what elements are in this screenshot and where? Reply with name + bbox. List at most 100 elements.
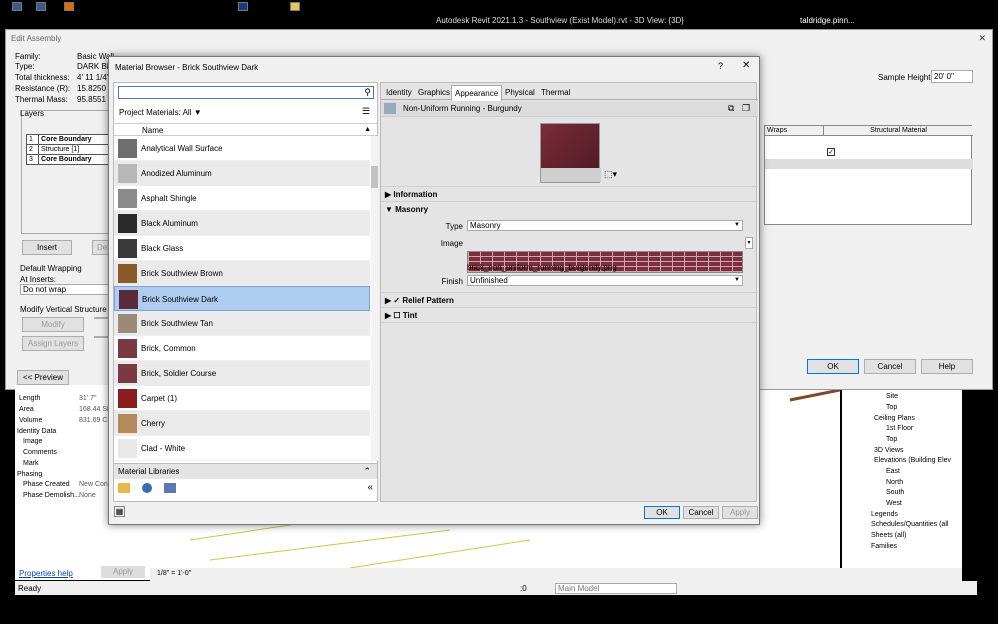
tree-item[interactable]: Site xyxy=(886,393,898,400)
list-item[interactable]: Carpet (1) xyxy=(114,386,370,411)
structural-checkbox[interactable]: ✓ xyxy=(827,148,835,156)
list-item[interactable]: Clad - White xyxy=(114,436,370,461)
tree-item[interactable]: South xyxy=(886,489,904,496)
section-information[interactable]: ▶ Information xyxy=(385,190,437,199)
close-icon[interactable]: ✕ xyxy=(742,60,750,71)
tree-item[interactable]: West xyxy=(886,500,902,507)
assign-layers-button[interactable]: Assign Layers xyxy=(22,336,84,351)
section-relief-pattern[interactable]: ▶ ✓ Relief Pattern xyxy=(385,296,454,305)
tree-item[interactable]: 1st Floor xyxy=(886,425,913,432)
table-row[interactable]: 1 Core Boundary xyxy=(25,134,114,145)
close-icon[interactable]: ✕ xyxy=(978,33,986,44)
tree-item[interactable]: Elevations (Building Elev xyxy=(874,457,951,464)
name-column-header[interactable]: Name xyxy=(142,126,163,135)
tree-item[interactable]: Schedules/Quantities (all xyxy=(871,521,948,528)
view-scale[interactable]: 1/8" = 1'-0" xyxy=(157,570,191,577)
table-row[interactable]: 3 Core Boundary xyxy=(25,154,114,165)
psd-icon[interactable] xyxy=(238,2,248,11)
cancel-button[interactable]: Cancel xyxy=(683,506,719,519)
duplicate-asset-icon[interactable]: ❐ xyxy=(742,103,750,114)
list-item[interactable]: Anodized Aluminum xyxy=(114,161,370,186)
image-filename[interactable]: brick_non_uniform_running_burgundy.png xyxy=(467,263,617,272)
search-icon[interactable]: ⚲ xyxy=(364,87,371,98)
tab-appearance[interactable]: Appearance xyxy=(451,85,503,101)
search-input[interactable]: ⚲ xyxy=(118,86,374,99)
list-item[interactable]: Black Aluminum xyxy=(114,211,370,236)
table-row[interactable]: 2 Structure [1] xyxy=(25,144,114,155)
list-item[interactable]: Asphalt Shingle xyxy=(114,186,370,211)
preview-options-icon[interactable]: ⬚▾ xyxy=(604,169,617,180)
insert-button[interactable]: Insert xyxy=(22,240,72,255)
list-item[interactable]: Cherry xyxy=(114,411,370,436)
finish-select[interactable]: Unfinished ▼ xyxy=(467,275,743,286)
apply-button[interactable]: Apply xyxy=(101,566,145,578)
preview-button[interactable]: << Preview xyxy=(17,370,69,385)
collapse-left-icon[interactable]: « xyxy=(367,482,373,493)
active-workset-select[interactable]: Main Model xyxy=(555,583,677,594)
project-materials-label: Project Materials: All xyxy=(119,108,192,117)
list-item[interactable]: Brick Southview Brown xyxy=(114,261,370,286)
section-masonry[interactable]: ▼ Masonry xyxy=(385,205,428,214)
replace-asset-icon[interactable]: ⧉ xyxy=(728,103,734,114)
prop-value[interactable]: New Con xyxy=(79,481,108,488)
at-inserts-select[interactable]: Do not wrap xyxy=(20,284,110,295)
prop-value[interactable]: 168.44 SF xyxy=(79,406,111,413)
help-icon[interactable]: ? xyxy=(718,61,723,71)
section-tint[interactable]: ▶ ☐ Tint xyxy=(385,311,417,320)
list-header[interactable]: Name ▲ xyxy=(114,123,377,136)
prop-value[interactable]: 831.69 CF xyxy=(79,417,112,424)
tree-item[interactable]: Ceiling Plans xyxy=(874,415,915,422)
open-icon[interactable] xyxy=(36,2,46,11)
library-folder-icon[interactable] xyxy=(118,483,130,493)
list-item[interactable]: Brick, Common xyxy=(114,336,370,361)
create-material-icon[interactable] xyxy=(142,483,152,493)
list-item[interactable]: Brick, Soldier Course xyxy=(114,361,370,386)
layer-name: Core Boundary xyxy=(38,134,114,145)
list-item[interactable]: Black Glass xyxy=(114,236,370,261)
prop-value[interactable]: None xyxy=(79,492,96,499)
prop-value[interactable]: 31' 7" xyxy=(79,395,96,402)
view-options-icon[interactable]: ☰ xyxy=(362,106,370,117)
revit-logo-icon[interactable] xyxy=(12,2,22,11)
sort-up-icon[interactable]: ▲ xyxy=(364,126,371,133)
group-phasing[interactable]: Phasing xyxy=(17,471,42,478)
list-scrollbar[interactable] xyxy=(371,136,378,461)
tree-item[interactable]: Sheets (all) xyxy=(871,532,906,539)
type-select[interactable]: Masonry ▼ xyxy=(467,220,743,231)
scroll-thumb[interactable] xyxy=(371,166,378,188)
tree-item[interactable]: East xyxy=(886,468,900,475)
cancel-button[interactable]: Cancel xyxy=(864,359,916,374)
help-button[interactable]: Help xyxy=(921,359,973,374)
project-materials-filter[interactable]: Project Materials: All ▼ xyxy=(119,108,202,117)
ok-button[interactable]: OK xyxy=(807,359,859,374)
properties-help-link[interactable]: Properties help xyxy=(19,569,73,578)
toggle-library-icon[interactable]: ▦ xyxy=(114,506,125,517)
modify-button[interactable]: Modify xyxy=(22,317,84,332)
ok-button[interactable]: OK xyxy=(644,506,680,519)
tree-item[interactable]: Top xyxy=(886,436,897,443)
tab-graphics[interactable]: Graphics xyxy=(415,87,453,100)
material-list[interactable]: Analytical Wall Surface Anodized Aluminum… xyxy=(114,136,370,461)
list-item[interactable]: Brick Southview Tan xyxy=(114,311,370,336)
image-options-icon[interactable]: ▼ xyxy=(745,237,753,249)
tree-item[interactable]: Top xyxy=(886,404,897,411)
user-name[interactable]: taldridge.pinn... xyxy=(800,16,855,25)
tab-identity[interactable]: Identity xyxy=(383,87,415,100)
layers-table[interactable]: 1 Core Boundary 2 Structure [1] 3 Core Boun… xyxy=(25,134,114,165)
material-libraries-header[interactable]: Material Libraries ⌃ xyxy=(114,463,377,479)
tree-item[interactable]: 3D Views xyxy=(874,447,903,454)
tree-item[interactable]: North xyxy=(886,479,903,486)
list-item[interactable]: Brick Southview Dark xyxy=(114,286,370,311)
fox-icon[interactable] xyxy=(64,2,74,11)
sample-height-input[interactable]: 20' 0" xyxy=(931,70,973,83)
group-identity[interactable]: Identity Data xyxy=(17,428,56,435)
tab-physical[interactable]: Physical xyxy=(502,87,538,100)
list-item[interactable]: Analytical Wall Surface xyxy=(114,136,370,161)
asset-browser-icon[interactable] xyxy=(164,483,176,493)
apply-button[interactable]: Apply xyxy=(722,506,758,519)
folder-icon[interactable] xyxy=(290,2,300,11)
tree-item[interactable]: Families xyxy=(871,543,897,550)
tab-thermal[interactable]: Thermal xyxy=(538,87,573,100)
tree-item[interactable]: Legends xyxy=(871,511,898,518)
collapse-icon[interactable]: ⌃ xyxy=(363,466,371,477)
